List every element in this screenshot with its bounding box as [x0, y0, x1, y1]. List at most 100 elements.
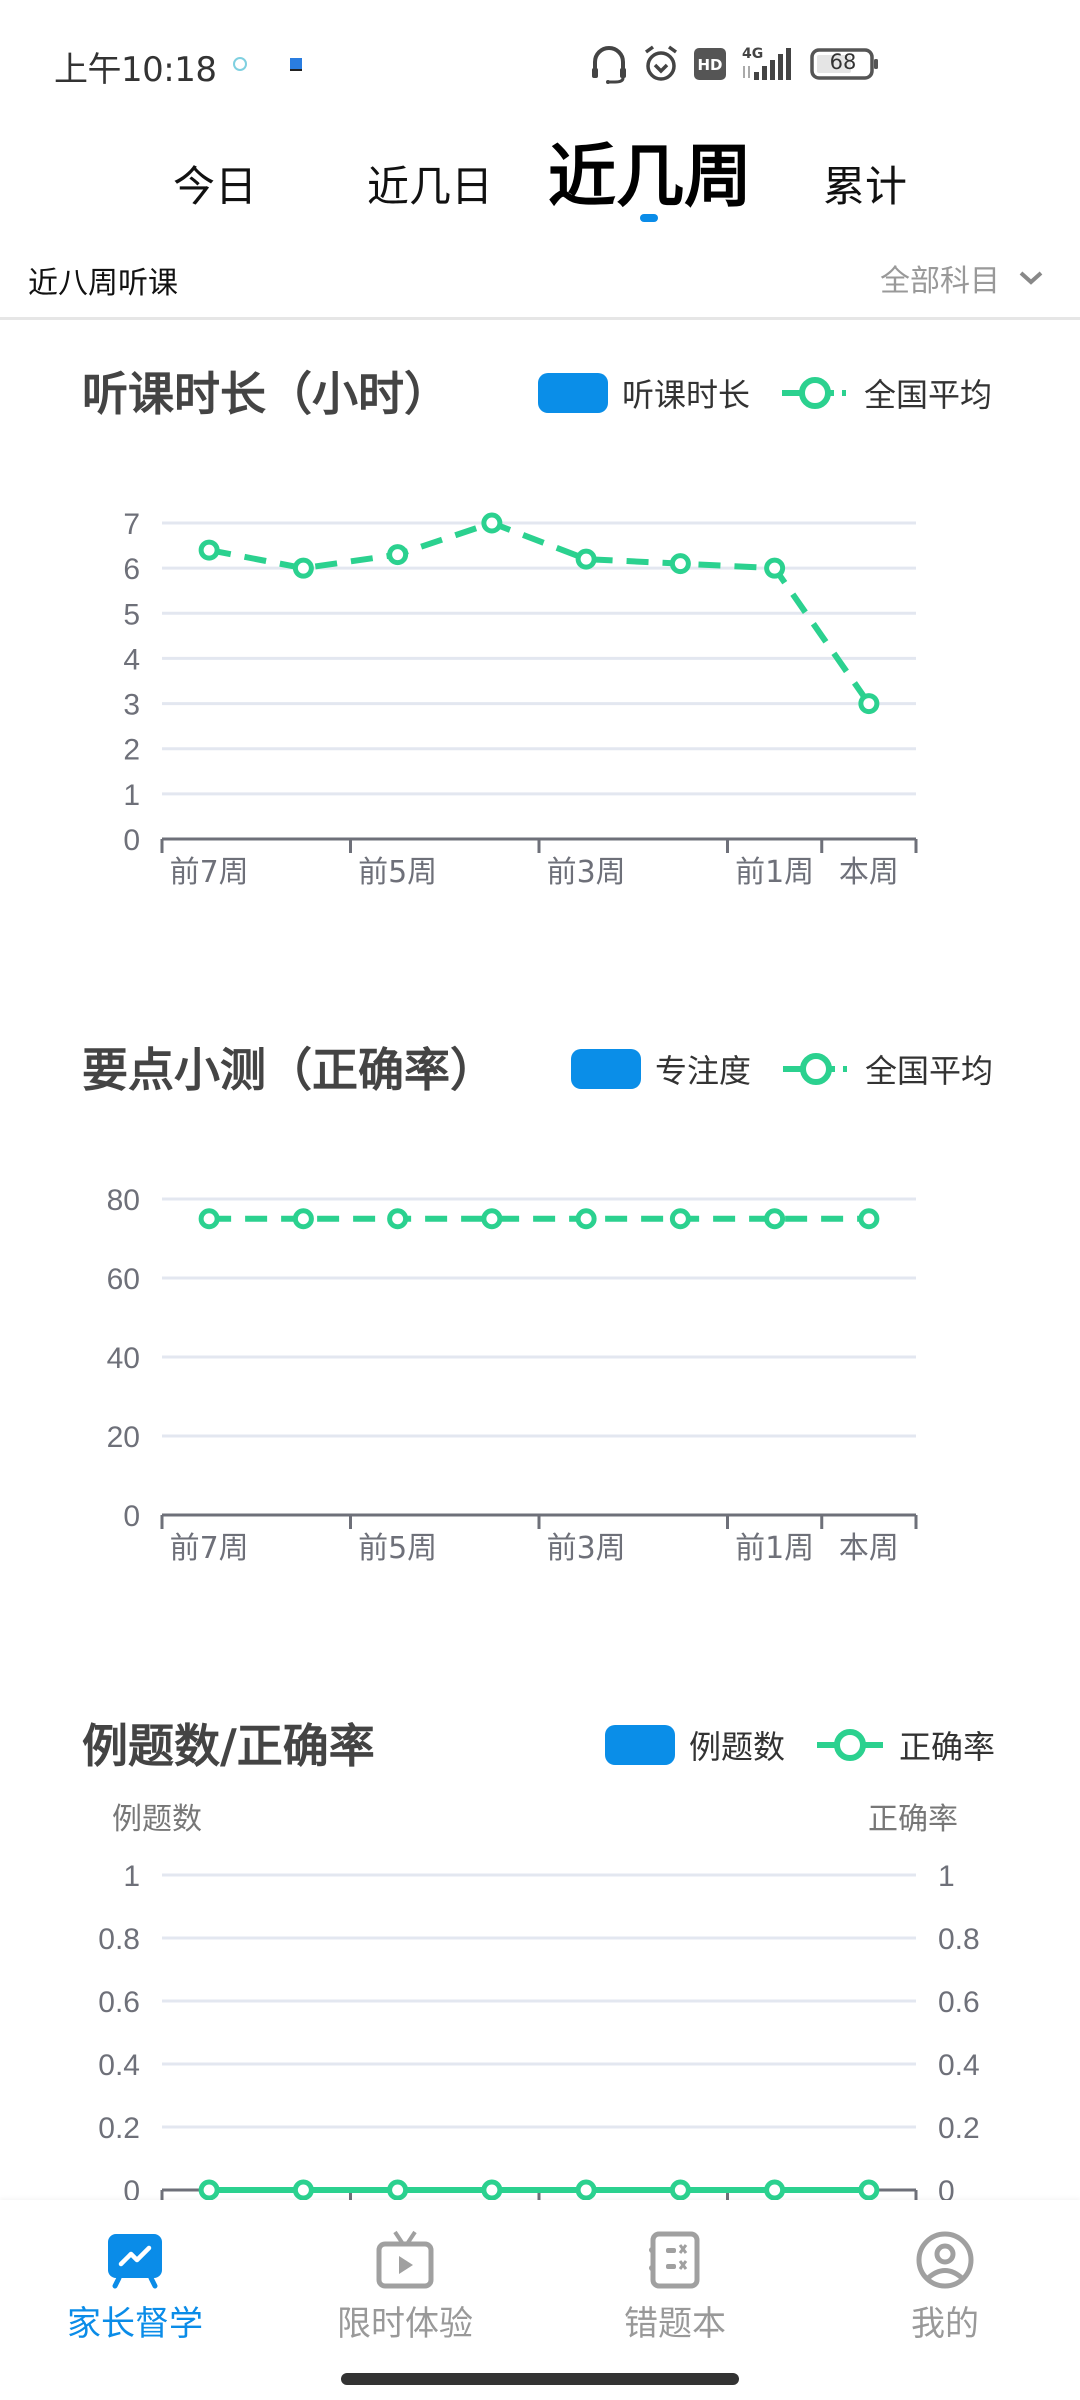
y-tick-label: 5 — [123, 598, 140, 631]
nav-label: 家长督学 — [67, 2304, 203, 2344]
tab-today[interactable]: 今日 — [160, 138, 270, 228]
legend-label: 例题数 — [689, 1728, 786, 1766]
y-tick-label: 60 — [107, 1263, 140, 1296]
chart-legend: 听课时长 全国平均 — [538, 370, 992, 416]
quiz-accuracy-chart: 0 20 40 60 80 前7周 前5周 前3周 前1周 本周 — [107, 1184, 918, 1566]
data-point — [575, 1208, 597, 1230]
nav-label: 我的 — [911, 2304, 979, 2344]
right-axis-name: 正确率 — [868, 1802, 958, 1837]
y-right-tick-label: 0.4 — [938, 2049, 980, 2082]
chart-legend: 专注度 全国平均 — [571, 1046, 993, 1092]
legend-line-swatch — [782, 377, 847, 409]
x-tick-label: 本周 — [839, 855, 899, 890]
data-point — [858, 2179, 880, 2200]
network-type: 4G — [742, 46, 763, 62]
data-point — [575, 548, 597, 570]
legend-item-example-count[interactable]: 例题数 — [605, 1722, 785, 1768]
nav-label: 错题本 — [624, 2304, 726, 2344]
x-tick-label: 前1周 — [735, 855, 814, 890]
data-point — [387, 2179, 409, 2200]
legend-bar-swatch — [538, 373, 608, 413]
data-point — [669, 2179, 691, 2200]
signal-icon: 4G — [742, 46, 791, 80]
nav-limited-trial[interactable]: 限时体验 — [295, 2230, 515, 2345]
legend-item-accuracy[interactable]: 正确率 — [815, 1722, 995, 1768]
y-right-tick-label: 0 — [938, 2175, 955, 2200]
x-tick-label: 前3周 — [547, 855, 626, 890]
legend-bar-swatch — [571, 1049, 641, 1089]
subject-filter-dropdown[interactable]: 全部科目 — [880, 256, 1044, 300]
subject-filter-label: 全部科目 — [880, 264, 1000, 299]
chart-legend: 例题数 正确率 — [605, 1722, 995, 1768]
battery-indicator: 68 — [810, 48, 880, 80]
notebook-icon — [649, 2231, 700, 2289]
nav-label: 限时体验 — [337, 2304, 473, 2344]
section-title: 近八周听课 — [28, 266, 178, 301]
y-tick-label: 4 — [123, 643, 140, 676]
y-tick-label: 80 — [107, 1184, 140, 1217]
data-point — [292, 557, 314, 579]
data-point — [198, 1208, 220, 1230]
y-tick-label: 0 — [123, 2175, 140, 2200]
legend-item-listening-duration[interactable]: 听课时长 — [538, 370, 750, 416]
y-right-tick-label: 0.2 — [938, 2112, 980, 2145]
period-tabs: 今日 近几日 近几周 累计 — [0, 120, 1080, 230]
data-point — [387, 544, 409, 566]
nav-mistake-book[interactable]: 错题本 — [565, 2230, 785, 2345]
nav-profile[interactable]: 我的 — [835, 2230, 1055, 2345]
status-time: 上午10:18 — [54, 50, 217, 90]
chart-trend-icon — [108, 2234, 162, 2289]
svg-text:HD: HD — [697, 56, 722, 74]
examples-accuracy-chart: 0 0.2 0.4 0.6 0.8 1 0 0.2 0.4 0.6 0.8 1 — [98, 1860, 980, 2200]
data-point — [481, 1208, 503, 1230]
chart-title: 要点小测（正确率） — [82, 1043, 496, 1097]
data-point — [198, 539, 220, 561]
legend-item-focus[interactable]: 专注度 — [571, 1046, 751, 1092]
x-tick-label: 前7周 — [170, 855, 249, 890]
legend-item-national-average[interactable]: 全国平均 — [780, 370, 992, 416]
legend-item-national-average[interactable]: 全国平均 — [781, 1046, 993, 1092]
y-tick-label: 40 — [107, 1342, 140, 1375]
x-tick-label: 前7周 — [170, 1531, 249, 1566]
tab-recent-days[interactable]: 近几日 — [355, 138, 505, 228]
y-tick-label: 1 — [123, 1860, 140, 1893]
y-tick-label: 2 — [123, 734, 140, 767]
headset-icon — [592, 46, 626, 84]
battery-level: 68 — [829, 50, 857, 74]
y-right-tick-label: 0.6 — [938, 1986, 980, 2019]
hd-icon: HD — [694, 48, 726, 80]
x-tick-label: 本周 — [839, 1531, 899, 1566]
nav-parent-supervision[interactable]: 家长督学 — [25, 2230, 245, 2345]
data-point — [764, 1208, 786, 1230]
data-point — [764, 2179, 786, 2200]
legend-label: 全国平均 — [864, 376, 993, 414]
tab-cumulative[interactable]: 累计 — [815, 138, 915, 228]
y-tick-label: 0.6 — [98, 1986, 140, 2019]
y-tick-label: 20 — [107, 1421, 140, 1454]
legend-label: 听课时长 — [622, 376, 751, 414]
y-tick-label: 0.4 — [98, 2049, 140, 2082]
data-point — [575, 2179, 597, 2200]
tab-recent-weeks[interactable]: 近几周 — [540, 120, 760, 220]
home-indicator[interactable] — [341, 2373, 739, 2385]
status-bar: 上午10:18 HD 4G 68 — [0, 0, 1080, 120]
y-tick-label: 0 — [123, 1500, 140, 1533]
x-tick-label: 前3周 — [547, 1531, 626, 1566]
y-right-tick-label: 0.8 — [938, 1923, 980, 1956]
legend-line-swatch — [817, 1729, 884, 1761]
data-point — [669, 553, 691, 575]
y-tick-label: 3 — [123, 689, 140, 722]
data-point — [292, 2179, 314, 2200]
status-icons: HD 4G 68 — [590, 44, 880, 84]
y-tick-label: 0.2 — [98, 2112, 140, 2145]
legend-label: 专注度 — [655, 1052, 752, 1090]
data-point — [198, 2179, 220, 2200]
y-tick-label: 0.8 — [98, 1923, 140, 1956]
subheader: 近八周听课 全部科目 — [0, 240, 1080, 320]
app-notification-icon — [233, 57, 247, 71]
legend-label: 正确率 — [899, 1728, 996, 1766]
data-point — [481, 2179, 503, 2200]
listening-duration-chart: 0 1 2 3 4 5 6 7 前7周 前5周 前3周 前1周 本周 — [123, 508, 918, 890]
bottom-navigation: 家长督学 限时体验 错题本 我的 — [0, 2200, 1080, 2400]
data-point — [669, 1208, 691, 1230]
